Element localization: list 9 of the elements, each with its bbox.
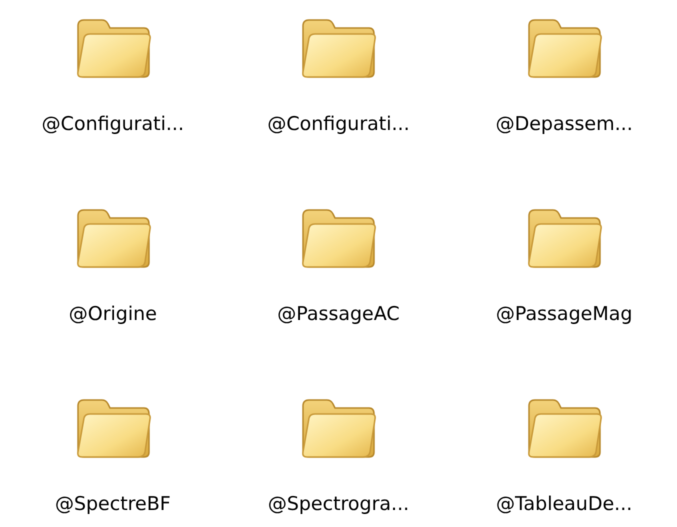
folder-name[interactable]: @Configurati... bbox=[267, 112, 410, 136]
folder-name[interactable]: @PassageAC bbox=[277, 302, 400, 326]
folder-name[interactable]: @Depassem... bbox=[496, 112, 633, 136]
folder-name[interactable]: @Spectrogra... bbox=[268, 492, 410, 516]
folder-name[interactable]: @Origine bbox=[68, 302, 157, 326]
folder-name[interactable]: @SpectreBF bbox=[54, 492, 171, 516]
folder-name[interactable]: @TableauDe... bbox=[496, 492, 632, 516]
folder-name[interactable]: @PassageMag bbox=[496, 302, 632, 326]
folder-name[interactable]: @Configurati... bbox=[42, 112, 184, 136]
